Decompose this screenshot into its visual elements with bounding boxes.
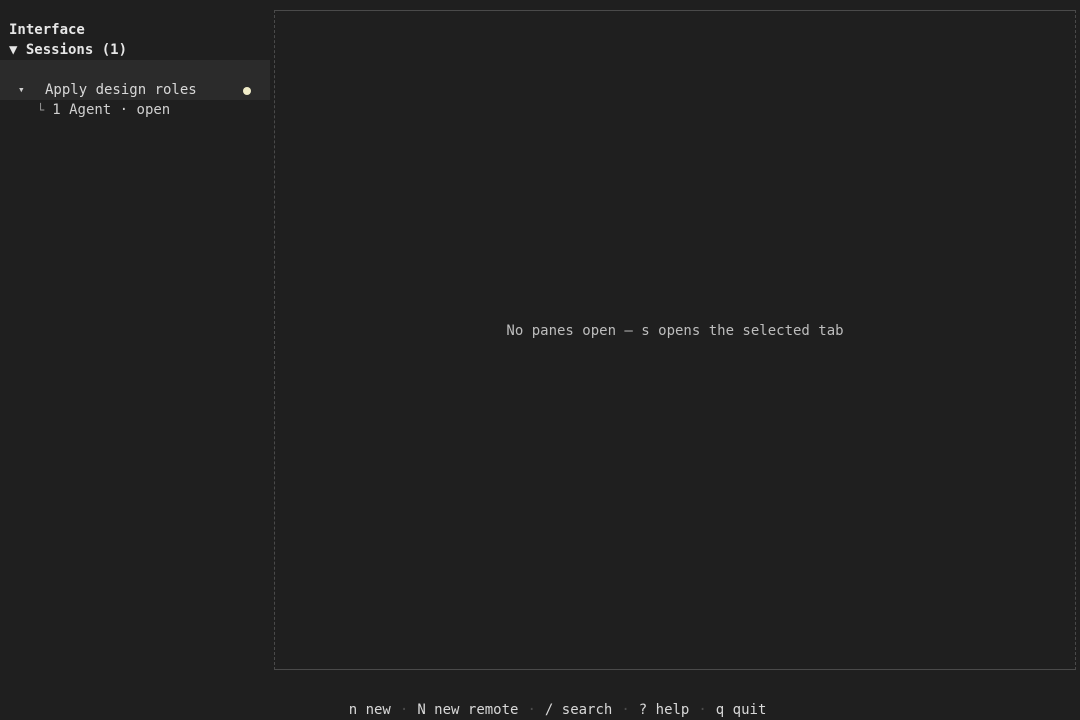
shortcut-new[interactable]: n new <box>349 702 391 718</box>
shortcut-help[interactable]: ? help <box>639 702 690 718</box>
shortcut-search[interactable]: / search <box>545 702 612 718</box>
shortcut-separator: · <box>621 702 630 718</box>
app-title: Interface <box>9 22 85 38</box>
status-dot-icon <box>243 87 251 95</box>
shortcut-new-remote[interactable]: N new remote <box>417 702 518 718</box>
session-agent-row[interactable]: └ 1 Agent · open <box>37 100 170 120</box>
shortcut-separator: · <box>698 702 707 718</box>
shortcut-separator: · <box>399 702 409 718</box>
sidebar: Interface ▼ Sessions (1) ▾ Apply design … <box>0 0 270 720</box>
shortcut-bar: n new · N new remote · / search · ? help · q qui… <box>315 680 767 720</box>
shortcut-quit[interactable]: q quit <box>716 702 767 718</box>
chevron-down-icon[interactable]: ▾ <box>18 80 25 100</box>
empty-pane-message: No panes open — s opens the selected tab <box>506 323 844 339</box>
sessions-section-header[interactable]: ▼ Sessions (1) <box>9 40 127 60</box>
agent-status-label: 1 Agent · open <box>52 102 171 118</box>
main-pane: No panes open — s opens the selected tab <box>274 10 1076 670</box>
shortcut-separator: · <box>527 702 536 718</box>
app-window: Interface ▼ Sessions (1) ▾ Apply design … <box>0 0 1080 720</box>
session-title: Apply design roles <box>45 82 197 98</box>
session-item[interactable]: ▾ Apply design roles <box>0 60 270 100</box>
tree-branch-icon: └ <box>37 103 45 117</box>
